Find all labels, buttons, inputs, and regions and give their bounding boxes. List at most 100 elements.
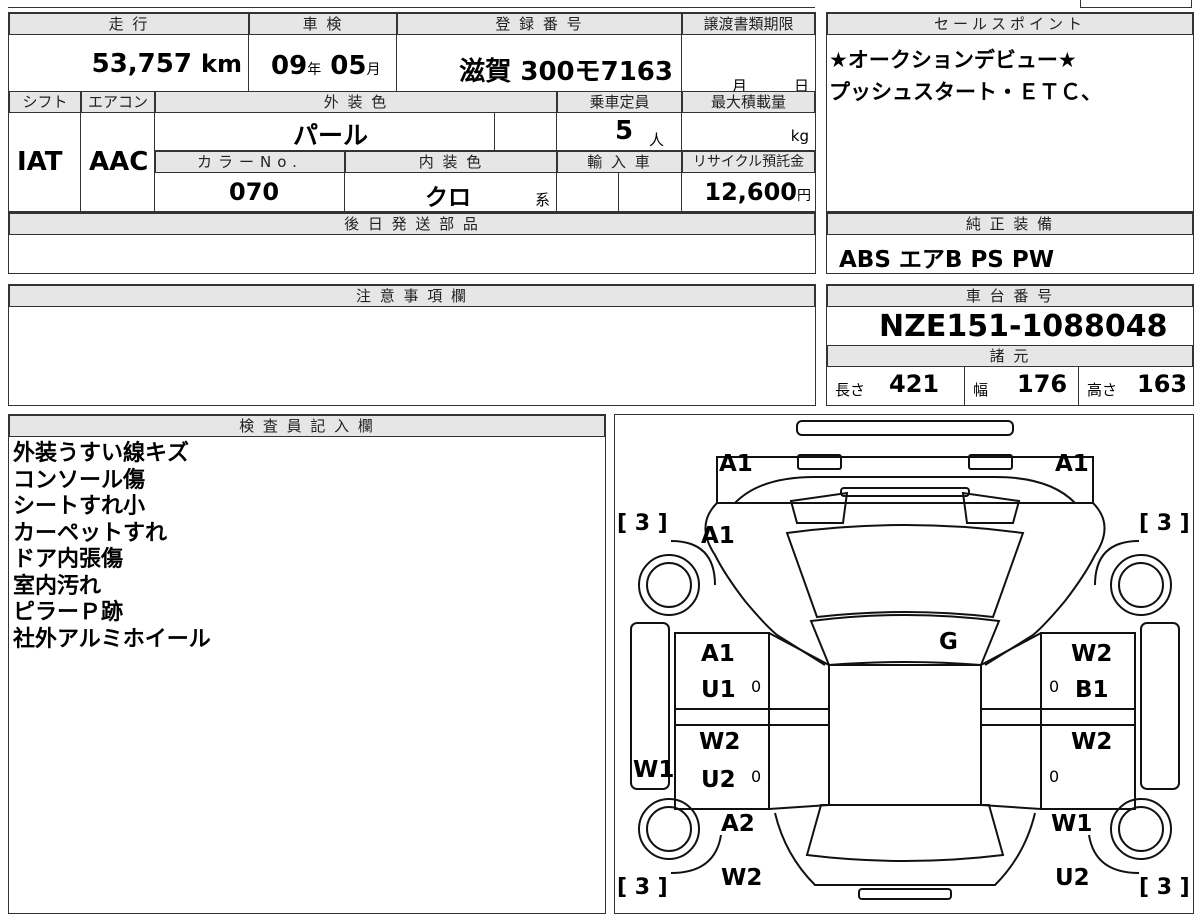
chassis-box: 車 台 番 号 NZE151-1088048 諸 元 長さ 421 幅 176 …	[826, 284, 1194, 406]
rear-body	[774, 812, 1036, 886]
doc-deadline-header: 譲渡書類期限	[682, 13, 815, 35]
mark-left-front-door-2: U1	[701, 677, 736, 703]
inspector-note: 社外アルミホイール	[13, 626, 211, 652]
front-bumper	[796, 420, 1014, 436]
left-vent	[789, 491, 849, 524]
import-cell-1	[557, 173, 619, 211]
genuine-equipment-header: 純 正 装 備	[827, 213, 1193, 235]
sales-point-line-2: プッシュスタート・ＥＴＣ、	[829, 80, 1102, 104]
mark-left-sill: W1	[633, 757, 675, 783]
width-label: 幅	[973, 381, 989, 399]
sales-point-line-1: ★オークションデビュー★	[829, 48, 1077, 72]
interior-color-cell: クロ 系	[345, 173, 557, 211]
shift-header: シフト	[9, 91, 81, 113]
import-header: 輸 入 車	[557, 151, 682, 173]
rear-right-wheel-inner	[1118, 806, 1164, 852]
mark-right-rear-door: W2	[1071, 729, 1113, 755]
mark-right-front-door-1: W2	[1071, 641, 1113, 667]
top-strip-right	[1080, 0, 1192, 8]
length-label: 長さ	[835, 381, 866, 399]
inspector-box: 検 査 員 記 入 欄 外装うすい線キズ コンソール傷 シートすれ小 カーペット…	[8, 414, 606, 914]
max-load-header: 最大積載量	[682, 91, 815, 113]
recycle-header: リサイクル預託金	[682, 151, 815, 173]
hood-grille	[840, 487, 970, 497]
width-cell: 幅 176	[965, 367, 1079, 405]
recycle-unit: 円	[797, 188, 811, 204]
front-left-wheel-inner	[646, 562, 692, 608]
exterior-color-value: パール	[293, 121, 369, 150]
height-cell: 高さ 163	[1079, 367, 1193, 405]
max-load-unit: kg	[790, 127, 809, 145]
max-load-cell: kg	[682, 113, 815, 151]
mark-right-front-door-2: B1	[1075, 677, 1109, 703]
mark-rear-right: U2	[1055, 865, 1090, 891]
chassis-number: NZE151-1088048	[879, 309, 1168, 344]
right-pillar-line	[980, 632, 1042, 666]
inspector-note: 外装うすい線キズ	[13, 441, 190, 466]
rear-window	[805, 804, 1005, 862]
shaken-month-unit: 月	[366, 62, 381, 78]
left-pillar-line	[768, 632, 830, 666]
chassis-header: 車 台 番 号	[827, 285, 1193, 307]
right-vent	[961, 491, 1021, 524]
genuine-equipment-box: 純 正 装 備 ABS エアB PS PW	[826, 212, 1194, 274]
capacity-value: 5	[615, 116, 634, 146]
notes-box: 注 意 事 項 欄	[8, 284, 816, 406]
shaken-header: 車 検	[249, 13, 397, 35]
shift-value: IAT	[17, 147, 63, 177]
genuine-equipment-value: ABS エアB PS PW	[839, 247, 1055, 273]
registration-header: 登 録 番 号	[397, 13, 682, 35]
front-right-arch	[1094, 540, 1140, 586]
windshield	[785, 524, 1025, 619]
inspector-note: シートすれ小	[13, 494, 146, 519]
color-no-header: カラーNo.	[155, 151, 345, 173]
zero-mark: 0	[1049, 767, 1060, 786]
interior-color-value: クロ	[425, 185, 471, 211]
rear-bumper	[858, 888, 952, 900]
rear-left-wheel-inner	[646, 806, 692, 852]
exterior-color-cell: パール	[155, 113, 495, 151]
mark-hood: A1	[701, 523, 735, 549]
registration-number: 滋賀 300モ7163	[459, 57, 673, 87]
shift-cell: IAT	[9, 113, 81, 211]
front-right-wheel-inner	[1118, 562, 1164, 608]
inspector-header: 検 査 員 記 入 欄	[9, 415, 605, 437]
later-parts-header: 後 日 発 送 部 品	[9, 213, 815, 235]
zero-mark: 0	[1049, 677, 1060, 696]
mark-rear-fender-left: A2	[721, 811, 755, 837]
capacity-header: 乗車定員	[557, 91, 682, 113]
inspector-notes-list: 外装うすい線キズ コンソール傷 シートすれ小 カーペットすれ ドア内張傷 室内汚…	[13, 441, 211, 653]
main-info-table: 走 行 車 検 登 録 番 号 譲渡書類期限 53,757 km 09年 05月…	[8, 12, 816, 212]
mark-left-rear-door-2: U2	[701, 767, 736, 793]
roof	[828, 664, 982, 806]
inspector-note: カーペットすれ	[13, 520, 168, 546]
mileage-value: 53,757	[91, 49, 192, 79]
mark-front-left: A1	[719, 451, 753, 477]
tread-rear-left: [ 3 ]	[617, 875, 668, 900]
recycle-value: 12,600	[704, 178, 797, 206]
exterior-color-extra	[495, 113, 557, 151]
mark-rear-left: W2	[721, 865, 763, 891]
zero-mark: 0	[751, 767, 762, 786]
import-cell-2	[619, 173, 682, 211]
notes-header: 注 意 事 項 欄	[9, 285, 815, 307]
shaken-year: 09	[271, 51, 308, 81]
exterior-color-header: 外 装 色	[155, 91, 557, 113]
top-strip	[8, 0, 815, 8]
length-value: 421	[889, 370, 940, 398]
left-door-handle-strip	[674, 708, 830, 726]
later-parts-box: 後 日 発 送 部 品	[8, 212, 816, 274]
inspector-note: 室内汚れ	[13, 573, 102, 599]
right-door-handle-strip	[980, 708, 1136, 726]
capacity-cell: 5 人	[557, 113, 682, 151]
mileage-unit: km	[201, 50, 242, 78]
shaken-month: 05	[330, 51, 367, 81]
interior-color-header: 内 装 色	[345, 151, 557, 173]
cowl	[809, 614, 1001, 667]
car-diagram-box: A1 A1 A1 G A1 U1 W2 B1 W2 U2 W2 W1 A2 W1…	[614, 414, 1194, 914]
mark-front-right: A1	[1055, 451, 1089, 477]
aircon-header: エアコン	[81, 91, 155, 113]
tread-front-right: [ 3 ]	[1139, 511, 1190, 536]
sales-point-header: セールスポイント	[827, 13, 1193, 35]
mark-left-rear-door-1: W2	[699, 729, 741, 755]
